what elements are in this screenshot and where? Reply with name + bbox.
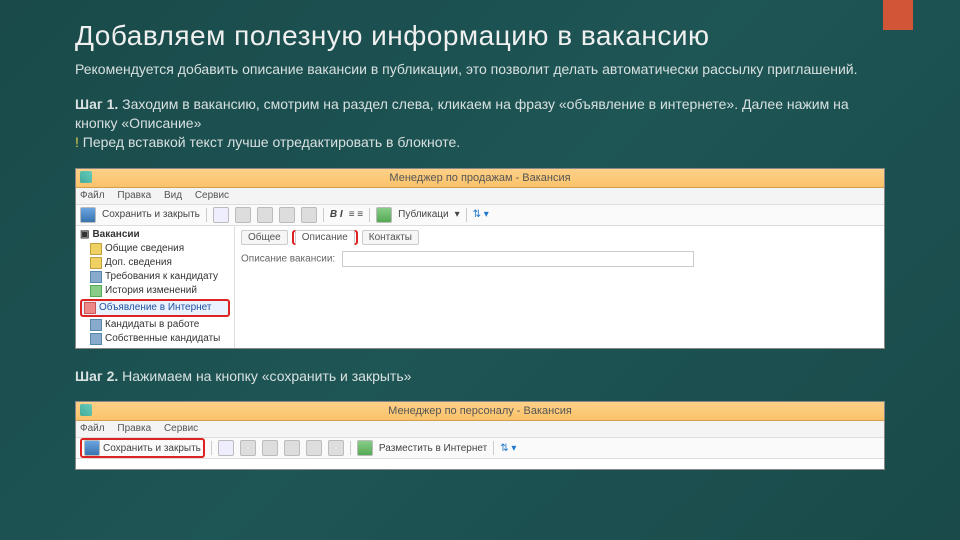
step1-body: Заходим в вакансию, смотрим на раздел сл… — [75, 96, 849, 131]
window-titlebar: Менеджер по продажам - Вакансия — [76, 169, 884, 188]
cut-icon[interactable] — [240, 440, 256, 456]
tabs: Общее Описание Контакты — [241, 230, 878, 245]
slide-content: Добавляем полезную информацию в вакансию… — [0, 0, 960, 470]
publish-button[interactable]: Публикаци — [398, 209, 448, 220]
step2-body: Нажимаем на кнопку «сохранить и закрыть» — [118, 368, 411, 384]
app-icon — [80, 171, 92, 183]
tree-item[interactable]: Собственные кандидаты — [80, 332, 230, 346]
separator — [206, 208, 207, 222]
attach-icon[interactable]: ⇅ ▾ — [500, 443, 516, 454]
field-row: Описание вакансии: — [241, 251, 878, 267]
tab-description[interactable]: Описание — [295, 230, 355, 245]
separator — [493, 441, 494, 455]
paste-icon[interactable] — [284, 440, 300, 456]
field-label: Описание вакансии: — [241, 253, 335, 264]
separator — [369, 208, 370, 222]
copy-icon[interactable] — [262, 440, 278, 456]
dropdown-icon[interactable]: ▾ — [455, 209, 460, 220]
step1-label: Шаг 1. — [75, 96, 118, 112]
app-icon — [80, 404, 92, 416]
tree-label: Требования к кандидату — [105, 270, 218, 284]
redo-icon[interactable] — [328, 440, 344, 456]
toolbar: Сохранить и закрыть Разместить в Интерне… — [76, 438, 884, 459]
tree-label: Объявление в Интернет — [99, 301, 212, 315]
menu-file[interactable]: Файл — [80, 190, 105, 201]
tree-item[interactable]: Кандидаты в работе — [80, 318, 230, 332]
tree-label: Кандидаты в работе — [105, 318, 199, 332]
print-icon[interactable] — [213, 207, 229, 223]
page-title: Добавляем полезную информацию в вакансию — [75, 20, 885, 52]
step2-text: Шаг 2. Нажимаем на кнопку «сохранить и з… — [75, 367, 885, 386]
tab-contacts[interactable]: Контакты — [362, 230, 419, 245]
screenshot-1: Менеджер по продажам - Вакансия Файл Пра… — [75, 168, 885, 349]
print-icon[interactable] — [218, 440, 234, 456]
globe-icon[interactable] — [376, 207, 392, 223]
toolbar: Сохранить и закрыть B I ≡ ≡ Публикаци ▾ … — [76, 205, 884, 226]
window-titlebar: Менеджер по персоналу - Вакансия — [76, 402, 884, 421]
menu-view[interactable]: Вид — [164, 190, 182, 201]
list-icon[interactable]: ≡ ≡ — [349, 209, 363, 220]
globe-icon[interactable] — [357, 440, 373, 456]
window-title: Менеджер по продажам - Вакансия — [389, 172, 570, 184]
tree-root[interactable]: ▣ Вакансии — [80, 228, 230, 242]
save-close-highlight: Сохранить и закрыть — [80, 438, 205, 458]
save-close-button[interactable]: Сохранить и закрыть — [103, 443, 201, 454]
step2-label: Шаг 2. — [75, 368, 118, 384]
attach-icon[interactable]: ⇅ ▾ — [473, 209, 489, 220]
tab-highlight: Описание — [292, 230, 358, 245]
separator — [211, 441, 212, 455]
step1-text: Шаг 1. Заходим в вакансию, смотрим на ра… — [75, 95, 885, 152]
menu-bar[interactable]: Файл Правка Вид Сервис — [76, 188, 884, 205]
menu-file[interactable]: Файл — [80, 423, 105, 434]
tree-panel: ▣ Вакансии Общие сведения Доп. сведения … — [76, 226, 235, 348]
save-close-button[interactable]: Сохранить и закрыть — [102, 209, 200, 220]
right-pane: Общее Описание Контакты Описание ваканси… — [235, 226, 884, 348]
tree-label: Общие сведения — [105, 242, 184, 256]
publish-internet-button[interactable]: Разместить в Интернет — [379, 443, 487, 454]
tree-label: История изменений — [105, 284, 197, 298]
tree-label: Доп. сведения — [105, 256, 172, 270]
tree-label: Собственные кандидаты — [105, 332, 220, 346]
menu-edit[interactable]: Правка — [117, 423, 151, 434]
menu-edit[interactable]: Правка — [117, 190, 151, 201]
separator — [350, 441, 351, 455]
undo-icon[interactable] — [301, 207, 317, 223]
bold-italic-icon[interactable]: B I — [330, 209, 343, 220]
tree-item[interactable]: Общие сведения — [80, 242, 230, 256]
window-title: Менеджер по персоналу - Вакансия — [388, 405, 572, 417]
intro-text: Рекомендуется добавить описание вакансии… — [75, 60, 885, 79]
window-body: ▣ Вакансии Общие сведения Доп. сведения … — [76, 226, 884, 348]
screenshot-2: Менеджер по персоналу - Вакансия Файл Пр… — [75, 401, 885, 470]
tree-item-highlighted[interactable]: Объявление в Интернет — [80, 299, 230, 317]
cut-icon[interactable] — [235, 207, 251, 223]
separator — [323, 208, 324, 222]
copy-icon[interactable] — [257, 207, 273, 223]
save-icon[interactable] — [80, 207, 96, 223]
tree-root-label: Вакансии — [92, 228, 139, 242]
menu-bar[interactable]: Файл Правка Сервис — [76, 421, 884, 438]
description-input[interactable] — [342, 251, 694, 267]
tree-item[interactable]: Доп. сведения — [80, 256, 230, 270]
undo-icon[interactable] — [306, 440, 322, 456]
step1-warn: Перед вставкой текст лучше отредактирова… — [79, 134, 460, 150]
separator — [466, 208, 467, 222]
menu-service[interactable]: Сервис — [195, 190, 229, 201]
tree-item[interactable]: Требования к кандидату — [80, 270, 230, 284]
window-body — [76, 459, 884, 469]
paste-icon[interactable] — [279, 207, 295, 223]
tree-item[interactable]: История изменений — [80, 284, 230, 298]
accent-bar — [883, 0, 913, 30]
menu-service[interactable]: Сервис — [164, 423, 198, 434]
save-icon[interactable] — [84, 440, 100, 456]
tab-general[interactable]: Общее — [241, 230, 288, 245]
